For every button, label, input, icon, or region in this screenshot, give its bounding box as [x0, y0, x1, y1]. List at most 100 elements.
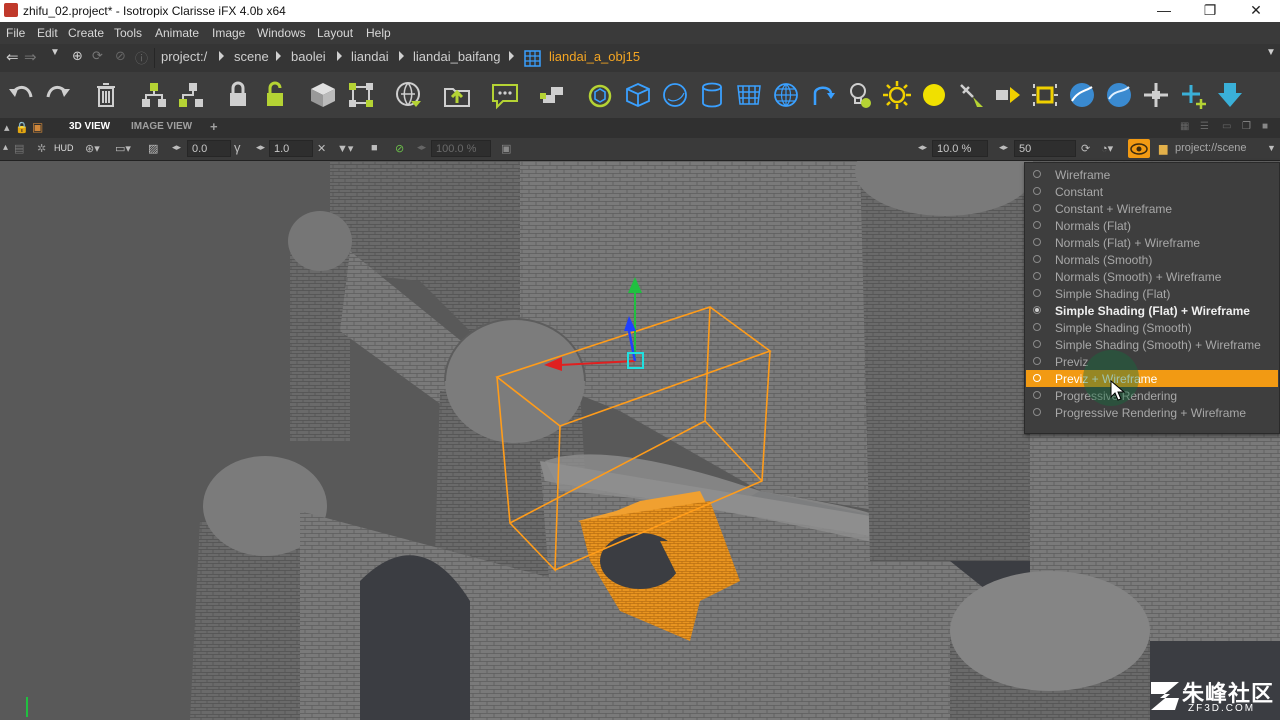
menu-item-wireframe[interactable]: Wireframe [1026, 166, 1278, 183]
menu-item-simple-shading-flat-wireframe[interactable]: Simple Shading (Flat) + Wireframe [1026, 302, 1278, 319]
scatter-icon[interactable] [1140, 79, 1172, 111]
menu-item-previz-wireframe[interactable]: Previz + Wireframe [1026, 370, 1278, 387]
directional-light-icon[interactable] [992, 79, 1024, 111]
context-dropdown-icon[interactable]: ▼ [1267, 143, 1276, 153]
gamma-icon[interactable]: γ [234, 140, 241, 155]
context-path[interactable]: project://scene [1175, 142, 1247, 154]
menu-create[interactable]: Create [68, 26, 104, 40]
value-field-1[interactable]: 0.0 [187, 140, 231, 157]
menu-item-normals-flat-wireframe[interactable]: Normals (Flat) + Wireframe [1026, 234, 1278, 251]
planet2-icon[interactable] [1103, 79, 1135, 111]
path-dropdown-icon[interactable]: ▼ [1266, 47, 1276, 58]
samples-field[interactable]: 50 [1014, 140, 1076, 157]
camera-view-icon[interactable]: ▣ [32, 120, 43, 134]
cylinder-icon[interactable] [696, 79, 728, 111]
path-current[interactable]: liandai_a_obj15 [549, 49, 640, 64]
lock-icon[interactable] [222, 79, 254, 111]
tab-min-icon[interactable]: ▭ [1222, 121, 1231, 132]
redo-icon[interactable] [42, 79, 74, 111]
menu-help[interactable]: Help [366, 26, 391, 40]
menu-item-normals-flat[interactable]: Normals (Flat) [1026, 217, 1278, 234]
tab-layout-icon[interactable]: ▦ [1180, 121, 1189, 132]
unlock-icon[interactable] [259, 79, 291, 111]
refresh-cube-icon[interactable] [584, 79, 616, 111]
hud-toggle[interactable]: HUD [54, 143, 74, 153]
path-crumb-baolei[interactable]: baolei [291, 49, 326, 64]
menu-item-previz[interactable]: Previz [1026, 353, 1278, 370]
import-icon[interactable] [393, 79, 425, 111]
display-options-icon[interactable]: ⊛▾ [85, 142, 100, 155]
sun-icon[interactable] [881, 79, 913, 111]
slider-arrows-icon[interactable]: ◂▸ [999, 142, 1008, 153]
lock-small-icon[interactable]: 🔒 [15, 121, 29, 134]
path-crumb-scene[interactable]: scene [234, 49, 269, 64]
path-crumb-liandai[interactable]: liandai [351, 49, 389, 64]
refresh-view-icon[interactable]: ⟳ [1081, 142, 1090, 155]
back-arrow-icon[interactable]: ⇐ [6, 48, 19, 66]
settings-icon[interactable]: ✲ [37, 142, 46, 155]
slider-arrows-icon[interactable]: ◂▸ [918, 142, 927, 153]
eye-icon[interactable] [1128, 139, 1150, 158]
comment-icon[interactable] [489, 79, 521, 111]
export-icon[interactable] [441, 79, 473, 111]
value-field-2[interactable]: 1.0 [269, 140, 313, 157]
minimize-button[interactable]: — [1141, 0, 1187, 22]
menu-image[interactable]: Image [212, 26, 245, 40]
slider-arrows-icon[interactable]: ◂▸ [256, 142, 265, 153]
cube-icon[interactable] [622, 79, 654, 111]
render-on-icon[interactable]: ⊘ [395, 142, 404, 155]
tab-list-icon[interactable]: ☰ [1200, 121, 1209, 132]
menu-item-constant-wireframe[interactable]: Constant + Wireframe [1026, 200, 1278, 217]
menu-item-normals-smooth[interactable]: Normals (Smooth) [1026, 251, 1278, 268]
path-crumb-root[interactable]: project:/ [161, 49, 207, 64]
menu-item-normals-smooth-wireframe[interactable]: Normals (Smooth) + Wireframe [1026, 268, 1278, 285]
ungroup-icon[interactable] [175, 79, 207, 111]
menu-item-progressive-rendering-wireframe[interactable]: Progressive Rendering + Wireframe [1026, 404, 1278, 421]
menu-item-progressive-rendering[interactable]: Progressive Rendering [1026, 387, 1278, 404]
refresh-icon[interactable]: ⟳ [92, 48, 103, 64]
region-icon[interactable]: ▣ [501, 142, 511, 155]
download-icon[interactable] [1214, 79, 1246, 111]
transform-icon[interactable] [345, 79, 377, 111]
tab-image-view[interactable]: IMAGE VIEW [131, 121, 192, 132]
tab-3d-view[interactable]: 3D VIEW [69, 121, 110, 132]
snapshot-icon[interactable]: ▤ [14, 142, 24, 155]
image-icon[interactable]: ▨ [148, 142, 158, 155]
opacity-field[interactable]: 100.0 % [431, 140, 491, 157]
spotlight-icon[interactable] [955, 79, 987, 111]
menu-animate[interactable]: Animate [155, 26, 199, 40]
menu-edit[interactable]: Edit [37, 26, 58, 40]
shading-mode-icon[interactable]: ◔▾ [1101, 142, 1113, 155]
menu-item-constant[interactable]: Constant [1026, 183, 1278, 200]
layers-icon[interactable] [537, 79, 569, 111]
slider-arrows-icon[interactable]: ◂▸ [417, 142, 426, 153]
undo-icon[interactable] [5, 79, 37, 111]
menu-item-simple-shading-smooth-wireframe[interactable]: Simple Shading (Smooth) + Wireframe [1026, 336, 1278, 353]
add-scatter-icon[interactable] [1177, 79, 1209, 111]
history-dropdown-icon[interactable]: ▼ [50, 47, 60, 58]
tab-restore-icon[interactable]: ❐ [1242, 121, 1251, 132]
grid-icon[interactable] [733, 79, 765, 111]
moon-icon[interactable] [918, 79, 950, 111]
filter-icon[interactable]: ▼▾ [337, 142, 353, 155]
tools-icon[interactable]: ✕ [317, 142, 326, 155]
add-tab-button[interactable]: + [210, 119, 218, 134]
menu-windows[interactable]: Windows [257, 26, 306, 40]
menu-item-simple-shading-smooth[interactable]: Simple Shading (Smooth) [1026, 319, 1278, 336]
percent-field[interactable]: 10.0 % [932, 140, 988, 157]
group-icon[interactable] [138, 79, 170, 111]
monitor-icon[interactable]: ▭▾ [115, 142, 131, 155]
maximize-button[interactable]: ❐ [1187, 0, 1233, 22]
menu-tools[interactable]: Tools [114, 26, 142, 40]
globe-icon[interactable] [770, 79, 802, 111]
collapse-icon[interactable]: ▴ [3, 142, 8, 153]
menu-file[interactable]: File [6, 26, 25, 40]
camera-icon[interactable]: ■ [371, 142, 378, 154]
lock-view-icon[interactable]: ▴ [4, 121, 10, 134]
info-icon[interactable]: ⓘ [135, 48, 148, 67]
stop-icon[interactable]: ⊘ [115, 48, 126, 64]
planet-icon[interactable] [1066, 79, 1098, 111]
menu-item-simple-shading-flat[interactable]: Simple Shading (Flat) [1026, 285, 1278, 302]
box-icon[interactable] [307, 79, 339, 111]
path-crumb-liandai-baifang[interactable]: liandai_baifang [413, 49, 500, 64]
